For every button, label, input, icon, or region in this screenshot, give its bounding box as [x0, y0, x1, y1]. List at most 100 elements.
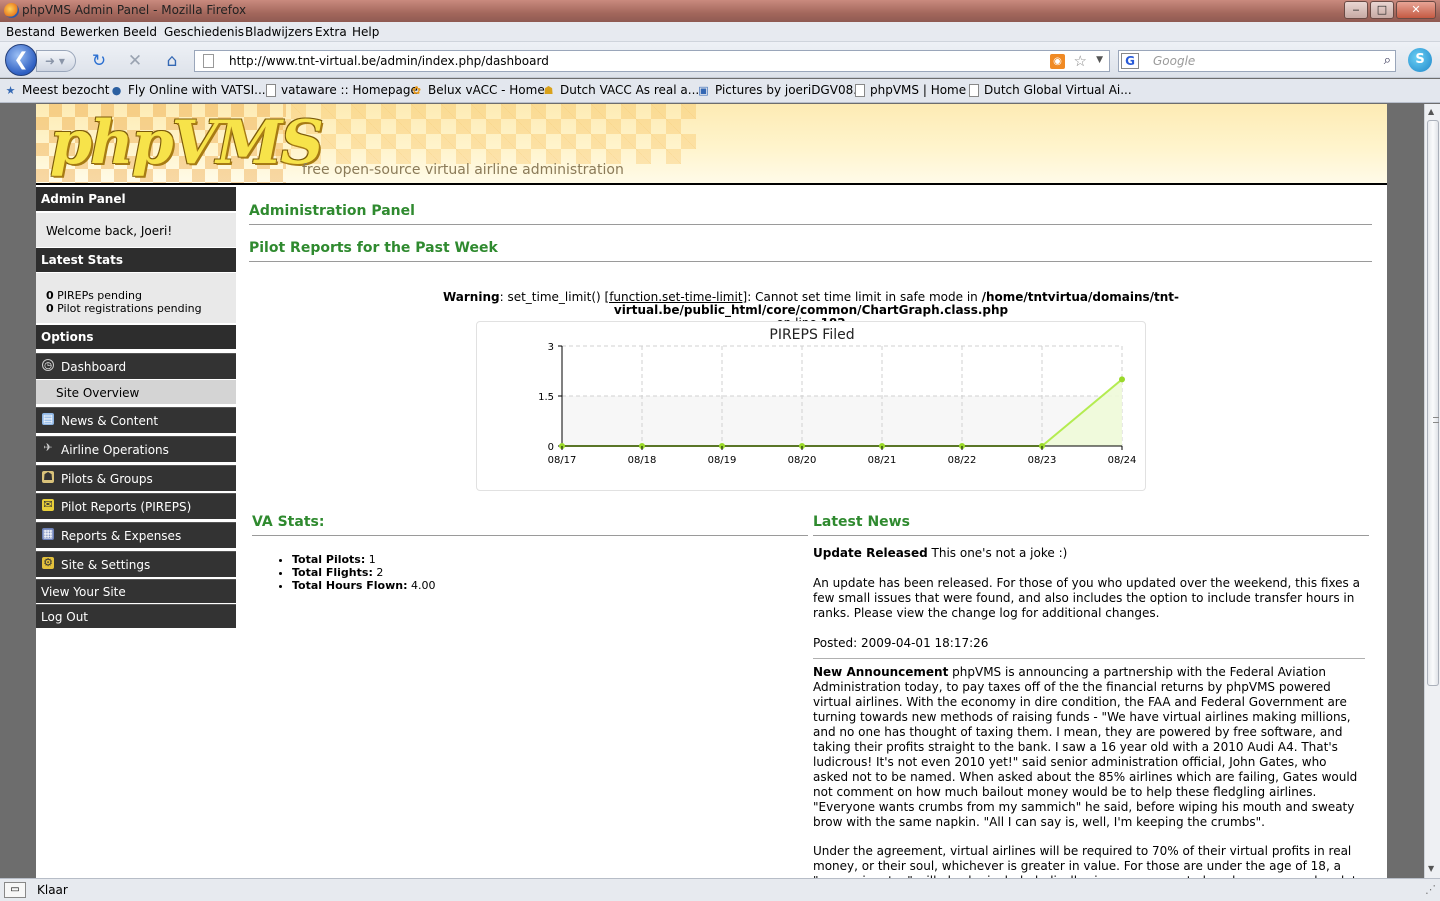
- globe-icon: ●: [111, 83, 122, 97]
- menu-bladwijzers[interactable]: Bladwijzers: [245, 25, 313, 39]
- welcome-text: Welcome back, Joeri!: [46, 224, 173, 238]
- main-content: Administration Panel Pilot Reports for t…: [249, 187, 1373, 878]
- close-button[interactable]: ✕: [1396, 1, 1436, 19]
- sidebar-item-pilot-reports[interactable]: ✉ Pilot Reports (PIREPS): [36, 493, 236, 519]
- chart-x-tick-label: 08/17: [548, 455, 577, 466]
- sidebar-item-site-overview[interactable]: Site Overview: [36, 380, 236, 404]
- most-visited-icon: ★: [5, 83, 16, 97]
- options-heading: Options: [36, 325, 236, 349]
- page-icon: [266, 83, 276, 97]
- search-bar[interactable]: G Google ⌕: [1118, 50, 1396, 72]
- people-icon: ☗: [543, 83, 554, 97]
- page-icon: [203, 54, 214, 68]
- chart-x-tick-label: 08/18: [628, 455, 657, 466]
- chart-y-tick-label: 3: [548, 342, 554, 353]
- status-bar: ▭ Klaar ⋰: [0, 878, 1440, 901]
- menu-beeld[interactable]: Beeld: [123, 25, 157, 39]
- window-title: phpVMS Admin Panel - Mozilla Firefox: [22, 3, 247, 17]
- url-dropdown-icon[interactable]: ▼: [1096, 55, 1103, 65]
- menu-help[interactable]: Help: [352, 25, 379, 39]
- pireps-chart: PIREPS Filed 0 1.5 3 08/17 08/18 08/19 08/20 08/…: [476, 321, 1146, 491]
- expenses-icon: ▦: [42, 527, 54, 540]
- forward-arrow-icon: ➜ ▾: [45, 54, 65, 68]
- skype-icon[interactable]: S: [1408, 48, 1432, 72]
- stat-total-hours: Total Hours Flown: 4.00: [292, 579, 436, 592]
- reload-icon[interactable]: ↻: [89, 51, 109, 71]
- vertical-scrollbar[interactable]: ▲ ▼: [1424, 104, 1440, 878]
- rss-feed-icon[interactable]: ◉: [1050, 54, 1065, 69]
- bookmark-meest-bezocht[interactable]: ★ Meest bezocht: [4, 83, 110, 97]
- menu-geschiedenis[interactable]: Geschiedenis: [164, 25, 244, 39]
- bookmark-vataware[interactable]: vataware :: Homepage: [266, 83, 418, 97]
- warning-doc-link[interactable]: [function.set-time-limit]: [605, 290, 748, 304]
- bookmark-belux[interactable]: ✿ Belux vACC - Home: [410, 83, 545, 97]
- news-icon: ▤: [42, 412, 54, 425]
- phpvms-logo[interactable]: phpVMS: [50, 108, 324, 178]
- scroll-down-icon[interactable]: ▼: [1428, 864, 1434, 873]
- home-icon[interactable]: ⌂: [162, 51, 182, 71]
- status-text: Klaar: [37, 883, 68, 897]
- welcome-box: Welcome back, Joeri!: [36, 213, 236, 247]
- url-bar[interactable]: http://www.tnt-virtual.be/admin/index.ph…: [194, 50, 1110, 72]
- news-item: Update Released This one's not a joke :)…: [813, 546, 1360, 650]
- pilot-reports-heading: Pilot Reports for the Past Week: [249, 240, 1372, 262]
- chart-x-tick-label: 08/21: [868, 455, 897, 466]
- pilots-icon: ☗: [42, 470, 54, 483]
- forward-button[interactable]: ➜ ▾: [36, 50, 76, 72]
- status-icon: ▭: [4, 882, 26, 898]
- resize-grip-icon[interactable]: ⋰: [1425, 883, 1436, 896]
- menu-bar: Bestand Bewerken Beeld Geschiedenis Blad…: [0, 22, 1440, 42]
- chart-y-tick-label: 0: [548, 442, 554, 453]
- chart-point: [1119, 376, 1125, 383]
- window-titlebar: phpVMS Admin Panel - Mozilla Firefox ‒ □…: [0, 0, 1440, 22]
- news-separator: [813, 658, 1365, 665]
- sidebar-item-dashboard[interactable]: ◷ Dashboard: [36, 353, 236, 379]
- bookmark-vatsim[interactable]: ● Fly Online with VATSI...: [110, 83, 266, 97]
- back-arrow-icon: ❮: [13, 49, 29, 70]
- firefox-icon: [4, 3, 19, 18]
- sidebar-item-reports-expenses[interactable]: ▦ Reports & Expenses: [36, 522, 236, 548]
- tagline: free open-source virtual airline adminis…: [302, 162, 624, 178]
- sidebar-item-airline-operations[interactable]: ✈ Airline Operations: [36, 436, 236, 462]
- bookmark-star-icon[interactable]: ☆: [1074, 52, 1087, 70]
- back-button[interactable]: ❮: [5, 44, 37, 76]
- chart-y-tick-label: 1.5: [538, 392, 554, 403]
- registrations-pending: 0 Pilot registrations pending: [46, 302, 202, 315]
- news-item: New Announcement phpVMS is announcing a …: [813, 665, 1364, 878]
- maximize-button[interactable]: □: [1370, 1, 1394, 19]
- google-engine-icon[interactable]: G: [1121, 53, 1139, 69]
- chart-plot-band: [562, 396, 1122, 446]
- bookmarks-toolbar: ★ Meest bezocht ● Fly Online with VATSI...…: [0, 79, 1440, 103]
- menu-bestand[interactable]: Bestand: [6, 25, 55, 39]
- bookmark-pictures[interactable]: ▣ Pictures by joeriDGV08...: [697, 83, 864, 97]
- site-header: phpVMS free open-source virtual airline …: [36, 104, 1387, 185]
- content-viewport: phpVMS free open-source virtual airline …: [0, 104, 1424, 878]
- bookmark-dutch-global[interactable]: Dutch Global Virtual Ai...: [969, 83, 1132, 97]
- menu-extra[interactable]: Extra: [315, 25, 347, 39]
- scroll-up-icon[interactable]: ▲: [1428, 107, 1434, 116]
- search-icon[interactable]: ⌕: [1384, 53, 1391, 68]
- page-icon: [969, 83, 979, 97]
- sidebar-item-site-settings[interactable]: ⚙ Site & Settings: [36, 551, 236, 577]
- va-stats-heading: VA Stats:: [252, 514, 808, 536]
- pireps-pending: 0 PIREPs pending: [46, 289, 143, 302]
- sidebar-item-log-out[interactable]: Log Out: [36, 604, 236, 628]
- stat-total-flights: Total Flights: 2: [292, 566, 436, 579]
- page-title: Administration Panel: [249, 203, 1372, 225]
- bookmark-dutch-vacc[interactable]: ☗ Dutch VACC As real a...: [542, 83, 700, 97]
- minimize-button[interactable]: ‒: [1344, 1, 1368, 19]
- scrollbar-thumb[interactable]: [1427, 120, 1439, 686]
- stat-total-pilots: Total Pilots: 1: [292, 553, 436, 566]
- search-placeholder[interactable]: Google: [1153, 54, 1195, 68]
- sidebar-item-view-site[interactable]: View Your Site: [36, 579, 236, 603]
- stop-icon[interactable]: ✕: [125, 51, 145, 71]
- admin-page: phpVMS free open-source virtual airline …: [36, 104, 1387, 878]
- admin-panel-heading: Admin Panel: [36, 187, 236, 211]
- sidebar-item-news-content[interactable]: ▤ News & Content: [36, 407, 236, 433]
- url-text[interactable]: http://www.tnt-virtual.be/admin/index.ph…: [229, 54, 549, 68]
- sidebar-item-pilots-groups[interactable]: ☗ Pilots & Groups: [36, 465, 236, 491]
- menu-bewerken[interactable]: Bewerken: [60, 25, 119, 39]
- navigation-toolbar: ➜ ▾ ❮ ↻ ✕ ⌂ http://www.tnt-virtual.be/ad…: [0, 42, 1440, 78]
- news-list: Update Released This one's not a joke :)…: [813, 546, 1365, 878]
- bookmark-phpvms[interactable]: phpVMS | Home: [855, 83, 966, 97]
